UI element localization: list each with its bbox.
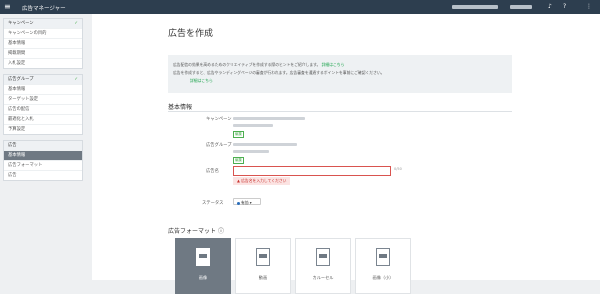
format-icon-bar: [259, 254, 267, 258]
format-card-carousel[interactable]: カルーセル: [295, 238, 351, 294]
sidebar-item-ad-basic[interactable]: 基本情報: [4, 150, 82, 160]
campaign-edit-tag[interactable]: 編集: [233, 131, 244, 138]
sidebar-group-campaign: キャンペーン ✓ キャンペーンの目的 基本情報 掲載期間 入札設定: [3, 18, 83, 69]
video-format-icon: [256, 248, 270, 266]
format-heading-text: 広告フォーマット: [168, 228, 217, 235]
main-panel: 広告を作成 広告配信の効果を高めるためのクリエイティブを作成する際のヒントをご紹…: [92, 14, 600, 294]
sidebar-item-label: キャンペーン: [8, 21, 34, 26]
adgroup-name-redacted: [233, 143, 297, 146]
format-icon-bar: [379, 254, 387, 258]
sidebar-item-ad-creative[interactable]: 広告: [4, 170, 82, 180]
format-card-label: 動画: [258, 275, 268, 280]
details-link-1[interactable]: 詳細はこちら: [322, 62, 345, 67]
adname-input[interactable]: [233, 166, 391, 176]
hamburger-icon[interactable]: ≡: [4, 3, 11, 11]
format-icon-bar: [319, 254, 327, 258]
sidebar-group-ad: 広告 基本情報 広告フォーマット 広告: [3, 140, 83, 181]
page-title: 広告を作成: [168, 29, 214, 39]
details-link-2[interactable]: 詳細はこちら: [190, 78, 213, 84]
info-text-2: 広告を作成すると、広告やランディングページの審査が行われます。広告審査を通過する…: [173, 70, 385, 75]
app-title: 広告マネージャー: [22, 6, 66, 12]
format-card-video[interactable]: 動画: [235, 238, 291, 294]
more-icon[interactable]: ⋮: [586, 3, 592, 10]
info-text-1: 広告配信の効果を高めるためのクリエイティブを作成する際のヒントをご紹介します。: [173, 62, 321, 67]
check-icon: ✓: [74, 77, 78, 82]
sidebar-group-adgroup: 広告グループ ✓ 基本情報 ターゲット設定 広告の配信 最適化と入札 予算設定: [3, 74, 83, 135]
basic-info-heading: 基本情報: [168, 104, 193, 111]
status-select[interactable]: 有効 ▾: [233, 198, 261, 205]
campaign-label: キャンペーン: [206, 117, 232, 122]
account-selector[interactable]: [452, 5, 498, 9]
adgroup-edit-tag[interactable]: 編集: [233, 157, 244, 164]
sidebar-item-optimization[interactable]: 最適化と入札: [4, 114, 82, 124]
status-dot-icon: [237, 201, 240, 205]
sidebar-item-label: 広告グループ: [8, 77, 34, 82]
sidebar-item-basic-info[interactable]: 基本情報: [4, 38, 82, 48]
section-divider: [168, 111, 512, 112]
info-box: 広告配信の効果を高めるためのクリエイティブを作成する際のヒントをご紹介します。 …: [168, 55, 512, 93]
adname-counter: 0/50: [394, 167, 402, 171]
carousel-format-icon: [316, 248, 330, 266]
adgroup-label: 広告グループ: [206, 143, 232, 148]
sidebar-item-adgroup-basic[interactable]: 基本情報: [4, 84, 82, 94]
format-card-image[interactable]: 画像: [175, 238, 231, 294]
format-card-label: カルーセル: [312, 275, 334, 280]
check-icon: ✓: [74, 21, 78, 26]
info-line-1: 広告配信の効果を高めるためのクリエイティブを作成する際のヒントをご紹介します。 …: [173, 62, 344, 68]
sidebar-item-campaign[interactable]: キャンペーン ✓: [4, 19, 82, 28]
warning-icon: ▲: [237, 178, 240, 183]
sidebar-item-schedule[interactable]: 掲載期間: [4, 48, 82, 58]
sidebar: キャンペーン ✓ キャンペーンの目的 基本情報 掲載期間 入札設定 広告グループ ✓…: [3, 18, 83, 186]
status-label: ステータス: [202, 201, 224, 206]
user-menu[interactable]: [510, 5, 532, 9]
format-card-small-image[interactable]: 画像（小）: [355, 238, 411, 294]
small-image-format-icon: [376, 248, 390, 266]
help-icon[interactable]: ?: [563, 3, 566, 10]
top-nav-bar: ≡ 広告マネージャー ♪ ? ⋮: [0, 0, 600, 14]
campaign-id-redacted: [233, 124, 273, 127]
sidebar-item-targeting[interactable]: ターゲット設定: [4, 94, 82, 104]
image-format-icon: [196, 248, 210, 266]
format-card-label: 画像（小）: [372, 275, 394, 280]
sidebar-item-budget[interactable]: 予算設定: [4, 124, 82, 134]
campaign-name-redacted: [233, 117, 305, 120]
sidebar-item-ad-format[interactable]: 広告フォーマット: [4, 160, 82, 170]
help-icon[interactable]: ⓘ: [218, 228, 224, 235]
format-heading: 広告フォーマット ⓘ: [168, 226, 224, 235]
adname-error-text: 広告名を入力してください: [241, 178, 287, 183]
sidebar-item-bidding[interactable]: 入札設定: [4, 58, 82, 68]
bell-icon[interactable]: ♪: [548, 3, 552, 10]
sidebar-item-ad[interactable]: 広告: [4, 141, 82, 150]
adname-label: 広告名: [206, 169, 219, 174]
sidebar-item-delivery[interactable]: 広告の配信: [4, 104, 82, 114]
status-value: 有効: [241, 200, 249, 205]
adname-error: ▲ 広告名を入力してください: [233, 177, 291, 185]
sidebar-item-adgroup[interactable]: 広告グループ ✓: [4, 75, 82, 84]
format-card-label: 画像: [198, 275, 208, 280]
adgroup-id-redacted: [233, 150, 269, 153]
sidebar-item-objective[interactable]: キャンペーンの目的: [4, 28, 82, 38]
format-icon-bar: [199, 254, 207, 258]
